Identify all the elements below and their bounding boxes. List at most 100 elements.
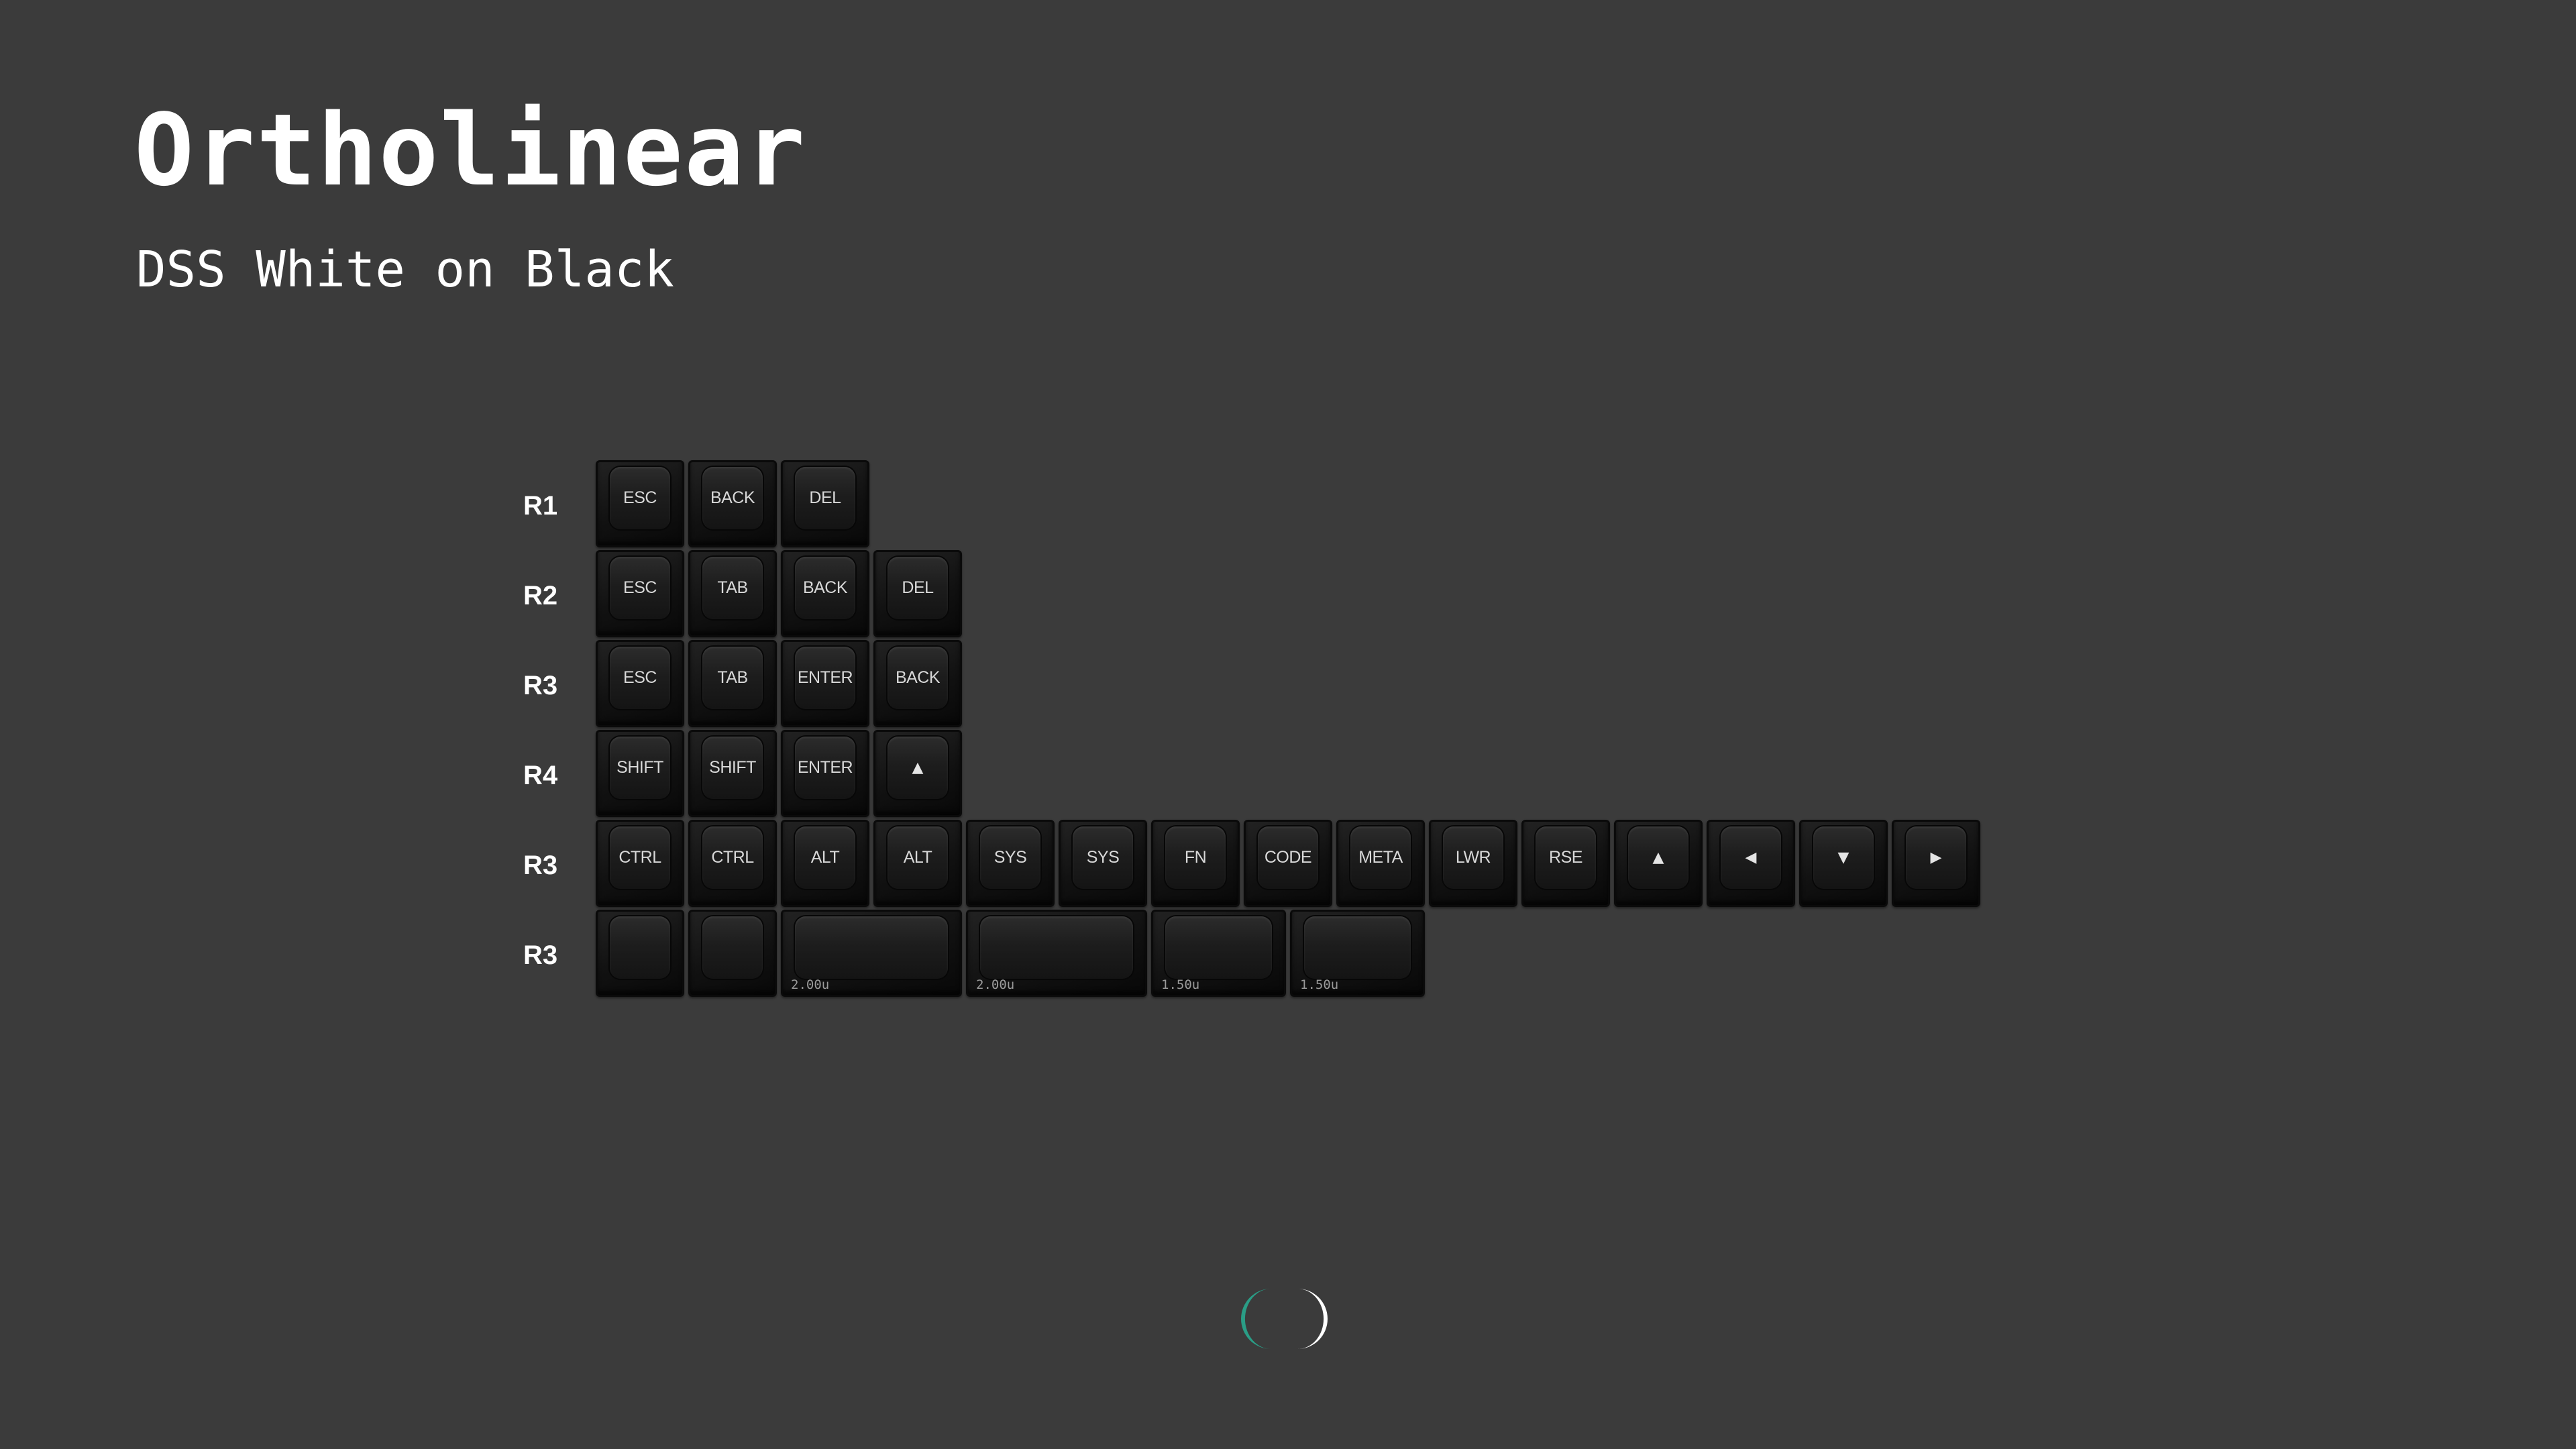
keycap-legend: SHIFT bbox=[616, 758, 663, 777]
keycap-legend: FN bbox=[1184, 848, 1207, 867]
keycap: 1.50u bbox=[1151, 910, 1286, 997]
keycap: CODE bbox=[1244, 820, 1332, 907]
keycap-top: CODE bbox=[1258, 826, 1318, 889]
keycap-legend: ESC bbox=[623, 488, 657, 507]
keycap-size-label: 1.50u bbox=[1161, 977, 1200, 992]
keycap-top: ◀ bbox=[1721, 826, 1781, 889]
keycap-top: DEL bbox=[795, 467, 855, 529]
keycap-legend: ESC bbox=[623, 668, 657, 687]
keycap-legend: CODE bbox=[1264, 848, 1312, 867]
keycap-top bbox=[1165, 916, 1272, 979]
keycap-top: BACK bbox=[795, 557, 855, 619]
keycap-top bbox=[1304, 916, 1411, 979]
keycap-legend: ALT bbox=[810, 848, 840, 867]
row-label: R4 bbox=[523, 761, 558, 790]
keycap: 1.50u bbox=[1290, 910, 1425, 997]
keycap-top: SYS bbox=[980, 826, 1040, 889]
keycap: LWR bbox=[1429, 820, 1517, 907]
keycap: TAB bbox=[688, 640, 777, 727]
keycap-legend: ENTER bbox=[797, 758, 853, 777]
keycap-top: BACK bbox=[702, 467, 763, 529]
keycap-size-label: 2.00u bbox=[976, 977, 1015, 992]
arrow-up-icon: ▲ bbox=[912, 759, 924, 776]
keycap: FN bbox=[1151, 820, 1240, 907]
keycap: ENTER bbox=[781, 640, 869, 727]
keycap-top: SYS bbox=[1073, 826, 1133, 889]
keycap-top: CTRL bbox=[702, 826, 763, 889]
keycap: CTRL bbox=[688, 820, 777, 907]
keycap-top bbox=[702, 916, 763, 979]
keycap: ▲ bbox=[873, 730, 962, 817]
keycap-legend: SHIFT bbox=[709, 758, 756, 777]
keycap bbox=[596, 910, 684, 997]
keycap-top: ENTER bbox=[795, 737, 855, 799]
row-label: R3 bbox=[523, 671, 558, 700]
keycap-top: META bbox=[1350, 826, 1411, 889]
keycap-top: ▲ bbox=[888, 737, 948, 799]
keycap-legend: META bbox=[1358, 848, 1403, 867]
keycap-legend: BACK bbox=[895, 668, 941, 687]
keycap-top: BACK bbox=[888, 647, 948, 709]
keycap-top: DEL bbox=[888, 557, 948, 619]
keycap-top: ▲ bbox=[1628, 826, 1688, 889]
page-subtitle: DSS White on Black bbox=[136, 241, 674, 299]
arrow-up-icon: ▲ bbox=[1652, 849, 1664, 866]
keycap-legend: ENTER bbox=[797, 668, 853, 687]
keycap-top bbox=[980, 916, 1133, 979]
keycap: ▼ bbox=[1799, 820, 1888, 907]
keycap-top: CTRL bbox=[610, 826, 670, 889]
keycap: SHIFT bbox=[596, 730, 684, 817]
keycap-legend: SYS bbox=[1086, 848, 1120, 867]
keycap-legend: SYS bbox=[994, 848, 1027, 867]
keycap-top: ENTER bbox=[795, 647, 855, 709]
keycap: SYS bbox=[966, 820, 1055, 907]
row-label: R2 bbox=[523, 581, 558, 610]
keycap-top: ALT bbox=[795, 826, 855, 889]
keycap-legend: RSE bbox=[1549, 848, 1582, 867]
arrow-left-icon: ◀ bbox=[1745, 849, 1757, 866]
keycap: META bbox=[1336, 820, 1425, 907]
keycap: ESC bbox=[596, 550, 684, 637]
keycap-top: TAB bbox=[702, 647, 763, 709]
keycap-legend: CTRL bbox=[619, 848, 661, 867]
arrow-right-icon: ▶ bbox=[1930, 849, 1942, 866]
keycap-top: ALT bbox=[888, 826, 948, 889]
keycap-top bbox=[610, 916, 670, 979]
keycap: SYS bbox=[1059, 820, 1147, 907]
keycap: BACK bbox=[781, 550, 869, 637]
keycap-legend: DEL bbox=[902, 578, 934, 597]
keycap-size-label: 2.00u bbox=[791, 977, 830, 992]
keycap-top bbox=[795, 916, 948, 979]
keycap-top: RSE bbox=[1536, 826, 1596, 889]
page-title: Ortholinear bbox=[134, 93, 807, 208]
keycap-legend: BACK bbox=[802, 578, 848, 597]
keycap: ◀ bbox=[1707, 820, 1795, 907]
keycap: ▶ bbox=[1892, 820, 1980, 907]
keycap-legend: TAB bbox=[717, 578, 748, 597]
keycap-legend: ALT bbox=[903, 848, 932, 867]
keycap: DEL bbox=[781, 460, 869, 547]
keycap: DEL bbox=[873, 550, 962, 637]
keycap: TAB bbox=[688, 550, 777, 637]
keycap bbox=[688, 910, 777, 997]
keycap-top: ▶ bbox=[1906, 826, 1966, 889]
keycap-top: ESC bbox=[610, 557, 670, 619]
keycap: RSE bbox=[1521, 820, 1610, 907]
keycap-legend: TAB bbox=[717, 668, 748, 687]
keycap-legend: LWR bbox=[1455, 848, 1491, 867]
arrow-down-icon: ▼ bbox=[1837, 849, 1849, 866]
keycap: BACK bbox=[873, 640, 962, 727]
keycap: ALT bbox=[873, 820, 962, 907]
keycap: SHIFT bbox=[688, 730, 777, 817]
keycap: CTRL bbox=[596, 820, 684, 907]
keycap: ▲ bbox=[1614, 820, 1703, 907]
keycap: BACK bbox=[688, 460, 777, 547]
keycap: 2.00u bbox=[781, 910, 962, 997]
row-label: R3 bbox=[523, 851, 558, 880]
keycap-top: FN bbox=[1165, 826, 1226, 889]
brand-logo-icon bbox=[1241, 1289, 1328, 1349]
keycap-top: ESC bbox=[610, 467, 670, 529]
keycap-top: ESC bbox=[610, 647, 670, 709]
keycap-top: SHIFT bbox=[610, 737, 670, 799]
keycap: ENTER bbox=[781, 730, 869, 817]
